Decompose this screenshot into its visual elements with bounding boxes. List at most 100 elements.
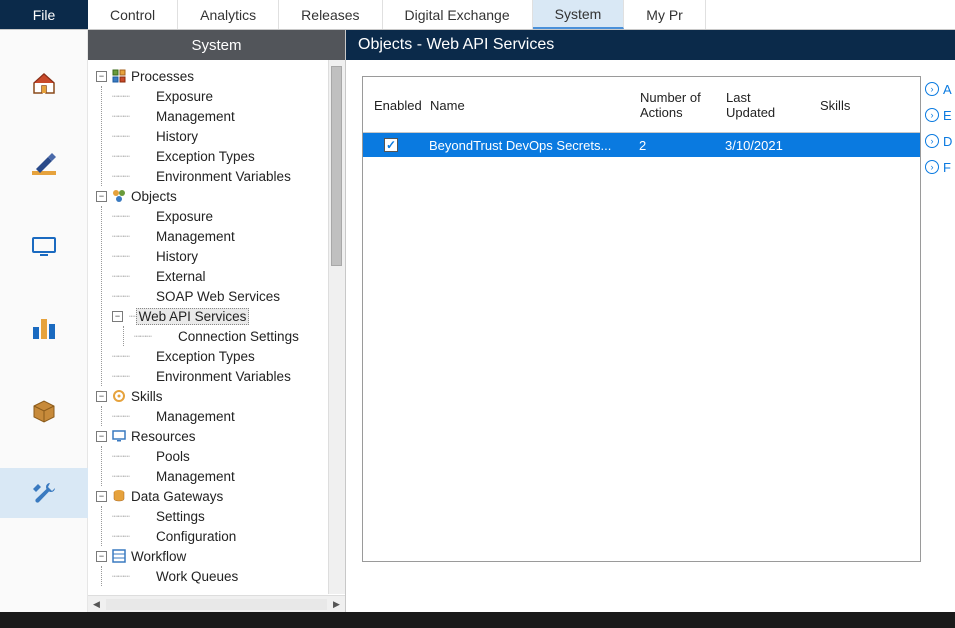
scroll-left-icon[interactable]: ◀ xyxy=(88,596,105,613)
collapse-icon[interactable]: − xyxy=(96,71,107,82)
col-actions[interactable]: Number of Actions xyxy=(629,77,715,132)
home-icon xyxy=(30,69,58,97)
design-icon xyxy=(30,151,58,179)
action-link[interactable]: ›F xyxy=(925,154,955,180)
main-panel: Objects - Web API Services Enabled Name … xyxy=(346,30,955,612)
tree-leaf[interactable]: ┈┈┈Management xyxy=(112,406,345,426)
cell-updated: 3/10/2021 xyxy=(715,138,809,153)
tree-leaf[interactable]: ┈┈┈Exception Types xyxy=(112,346,345,366)
action-link[interactable]: ›A xyxy=(925,76,955,102)
arrow-right-icon: › xyxy=(925,160,939,174)
processes-icon xyxy=(111,68,127,84)
tree-leaf-exposure[interactable]: ┈┈┈Exposure xyxy=(112,86,345,106)
checkbox-checked-icon[interactable]: ✓ xyxy=(384,138,398,152)
tree-leaf-env-vars[interactable]: ┈┈┈Environment Variables xyxy=(112,166,345,186)
nav-releases[interactable] xyxy=(0,386,88,436)
col-updated[interactable]: Last Updated xyxy=(715,77,809,132)
tree-leaf-exception-types[interactable]: ┈┈┈Exception Types xyxy=(112,146,345,166)
tree-leaf[interactable]: ┈┈┈Work Queues xyxy=(112,566,345,586)
tree-horizontal-scrollbar[interactable]: ◀ ▶ xyxy=(88,595,345,612)
tree-leaf-connection-settings[interactable]: ┈┈┈Connection Settings xyxy=(134,326,345,346)
tab-control[interactable]: Control xyxy=(88,0,178,29)
tree-node-skills[interactable]: − Skills xyxy=(90,386,345,406)
nav-monitor[interactable] xyxy=(0,222,88,272)
tab-releases[interactable]: Releases xyxy=(279,0,382,29)
tree-leaf[interactable]: ┈┈┈Environment Variables xyxy=(112,366,345,386)
tree-label: Processes xyxy=(131,69,194,84)
action-link-column: ›A ›E ›D ›F xyxy=(925,60,955,612)
tree-leaf-management[interactable]: ┈┈┈Management xyxy=(112,106,345,126)
workflow-icon xyxy=(111,548,127,564)
tree-leaf[interactable]: ┈┈┈External xyxy=(112,266,345,286)
collapse-icon[interactable]: − xyxy=(96,491,107,502)
col-enabled[interactable]: Enabled xyxy=(363,77,419,132)
tree-label: Skills xyxy=(131,389,163,404)
tree-node-processes[interactable]: − Processes xyxy=(90,66,345,86)
tree-label: Data Gateways xyxy=(131,489,223,504)
tree-panel: System − Processes ┈┈┈Exposure ┈┈┈Manage… xyxy=(88,30,346,612)
bar-chart-icon xyxy=(30,315,58,343)
gear-icon xyxy=(111,388,127,404)
tree-leaf[interactable]: ┈┈┈SOAP Web Services xyxy=(112,286,345,306)
tab-analytics[interactable]: Analytics xyxy=(178,0,279,29)
tree-leaf[interactable]: ┈┈┈Management xyxy=(112,226,345,246)
col-skills[interactable]: Skills xyxy=(809,77,920,132)
arrow-right-icon: › xyxy=(925,134,939,148)
tree-vertical-scrollbar[interactable] xyxy=(328,60,345,594)
scroll-right-icon[interactable]: ▶ xyxy=(328,596,345,613)
action-link[interactable]: ›E xyxy=(925,102,955,128)
collapse-icon[interactable]: − xyxy=(96,551,107,562)
tree-wrapper: − Processes ┈┈┈Exposure ┈┈┈Management ┈┈… xyxy=(88,60,345,595)
tree-leaf[interactable]: ┈┈┈Exposure xyxy=(112,206,345,226)
arrow-right-icon: › xyxy=(925,82,939,96)
collapse-icon[interactable]: − xyxy=(96,431,107,442)
tools-icon xyxy=(30,479,58,507)
grid-header-row: Enabled Name Number of Actions Last Upda… xyxy=(363,77,920,133)
tree-leaf[interactable]: ┈┈┈Pools xyxy=(112,446,345,466)
tree-panel-header: System xyxy=(88,30,345,60)
tree-node-web-api[interactable]: − ┈ Web API Services xyxy=(112,306,345,326)
content-area: System − Processes ┈┈┈Exposure ┈┈┈Manage… xyxy=(0,30,955,612)
collapse-icon[interactable]: − xyxy=(96,191,107,202)
database-icon xyxy=(111,488,127,504)
objects-icon xyxy=(111,188,127,204)
cell-actions: 2 xyxy=(629,138,715,153)
tree-view[interactable]: − Processes ┈┈┈Exposure ┈┈┈Management ┈┈… xyxy=(88,60,345,594)
tab-my-profile[interactable]: My Pr xyxy=(624,0,706,29)
tree-label: Workflow xyxy=(131,549,186,564)
tree-node-gateways[interactable]: − Data Gateways xyxy=(90,486,345,506)
status-bar xyxy=(0,612,955,628)
scrollbar-thumb[interactable] xyxy=(331,66,342,266)
tree-node-workflow[interactable]: − Workflow xyxy=(90,546,345,566)
col-name[interactable]: Name xyxy=(419,77,629,132)
scrollbar-track[interactable] xyxy=(106,599,327,610)
nav-system[interactable] xyxy=(0,468,88,518)
main-header: Objects - Web API Services xyxy=(346,30,955,60)
action-link[interactable]: ›D xyxy=(925,128,955,154)
collapse-icon[interactable]: − xyxy=(112,311,123,322)
tree-leaf[interactable]: ┈┈┈Settings xyxy=(112,506,345,526)
arrow-right-icon: › xyxy=(925,108,939,122)
tree-leaf-history[interactable]: ┈┈┈History xyxy=(112,126,345,146)
tree-label-selected: Web API Services xyxy=(136,308,250,325)
menubar: File Control Analytics Releases Digital … xyxy=(0,0,955,30)
tab-digital-exchange[interactable]: Digital Exchange xyxy=(383,0,533,29)
tree-leaf[interactable]: ┈┈┈History xyxy=(112,246,345,266)
data-grid[interactable]: Enabled Name Number of Actions Last Upda… xyxy=(362,76,921,562)
tree-node-resources[interactable]: − Resources xyxy=(90,426,345,446)
cell-enabled[interactable]: ✓ xyxy=(363,138,419,152)
tree-leaf[interactable]: ┈┈┈Configuration xyxy=(112,526,345,546)
nav-design[interactable] xyxy=(0,140,88,190)
tab-system[interactable]: System xyxy=(533,0,625,29)
monitor-icon xyxy=(111,428,127,444)
monitor-icon xyxy=(30,233,58,261)
grid-row-selected[interactable]: ✓ BeyondTrust DevOps Secrets... 2 3/10/2… xyxy=(363,133,920,157)
cell-name: BeyondTrust DevOps Secrets... xyxy=(419,138,629,153)
collapse-icon[interactable]: − xyxy=(96,391,107,402)
tree-label: Objects xyxy=(131,189,177,204)
file-menu-button[interactable]: File xyxy=(0,0,88,29)
nav-home[interactable] xyxy=(0,58,88,108)
tree-node-objects[interactable]: − Objects xyxy=(90,186,345,206)
nav-analytics[interactable] xyxy=(0,304,88,354)
tree-leaf[interactable]: ┈┈┈Management xyxy=(112,466,345,486)
